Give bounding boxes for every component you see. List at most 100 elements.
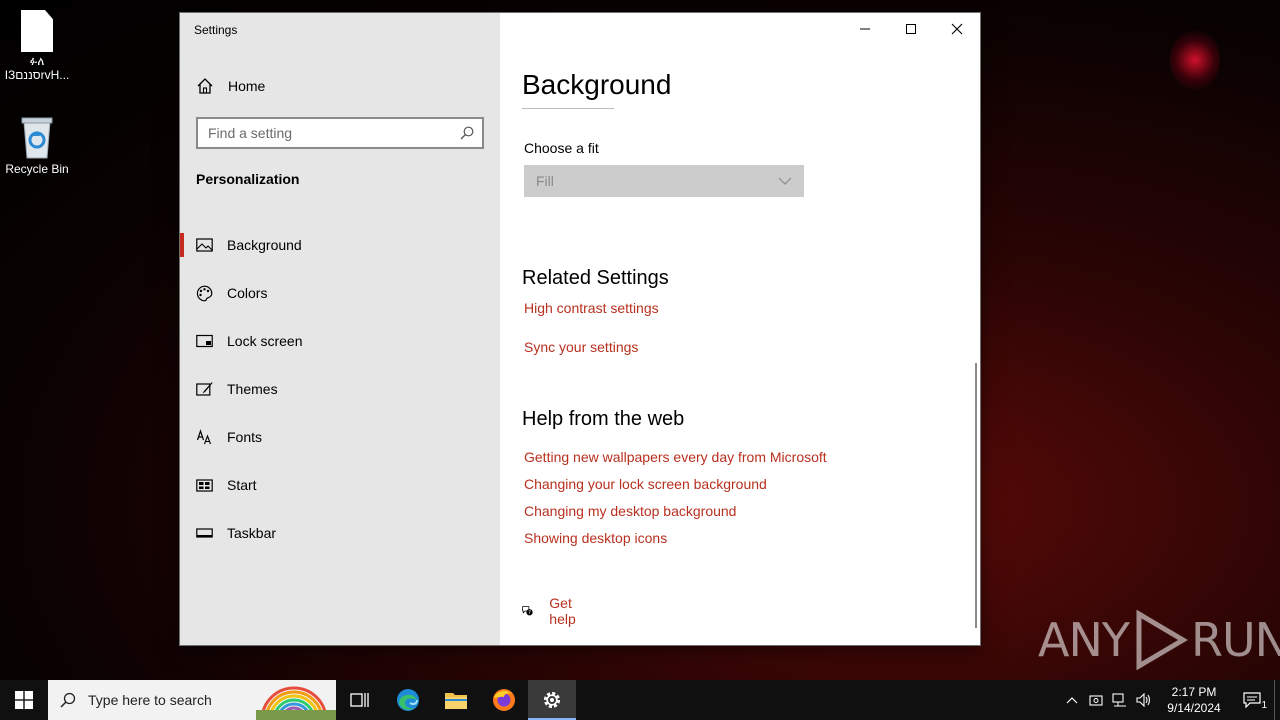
related-settings-heading: Related Settings [522,267,669,289]
choose-fit-dropdown[interactable]: Fill [524,165,804,197]
search-icon[interactable] [460,126,474,140]
desktop-icon-label: ፉለ ӀЗסננםrvH... [4,54,70,82]
taskbar-icon [196,527,213,538]
home-label: Home [228,78,266,94]
anyrun-watermark: ANY RUN [1038,610,1280,670]
chat-help-icon: ? [522,606,533,616]
watermark-right: RUN [1190,613,1280,667]
high-contrast-link[interactable]: High contrast settings [524,300,659,316]
taskbar: Type here to search 2:17 PM 9/14/2024 1 [0,680,1280,720]
taskbar-search-placeholder: Type here to search [88,692,212,708]
sidebar-item-label: Themes [227,381,278,397]
sidebar-item-start[interactable]: Start [180,461,500,509]
help-link-desktop-background[interactable]: Changing my desktop background [524,503,736,519]
document-icon [21,10,53,52]
show-hidden-icons-button[interactable] [1060,680,1084,720]
firefox-button[interactable] [480,680,528,720]
sidebar-item-colors[interactable]: Colors [180,269,500,317]
watermark-left: ANY [1038,613,1130,667]
fit-selected-value: Fill [536,173,554,189]
sidebar-home[interactable]: Home [196,75,265,97]
picture-icon [196,237,213,252]
settings-taskbar-button[interactable] [528,680,576,720]
brush-icon [196,381,213,396]
close-icon [951,23,963,35]
clock-date: 9/14/2024 [1167,701,1221,715]
window-title: Settings [194,23,238,37]
section-title: Personalization [196,171,300,187]
sidebar-item-label: Background [227,237,302,253]
close-button[interactable] [934,13,980,45]
notification-icon [1243,692,1261,708]
settings-window: Settings Home Find a setting Personaliza… [180,13,980,645]
action-center-button[interactable]: 1 [1234,680,1270,720]
clock-time: 2:17 PM [1171,685,1217,699]
desktop-icon-file[interactable]: ፉለ ӀЗסננםrvH... [0,10,74,82]
sidebar-item-label: Taskbar [227,525,277,541]
sidebar-item-taskbar[interactable]: Taskbar [180,509,500,557]
task-view-button[interactable] [336,680,384,720]
sync-settings-link[interactable]: Sync your settings [524,339,638,355]
sidebar-item-label: Lock screen [227,333,303,349]
sidebar-item-label: Colors [227,285,268,301]
page-title: Background [522,69,672,100]
search-placeholder: Find a setting [208,125,293,141]
maximize-button[interactable] [888,13,934,45]
sidebar-nav: Background Colors Lock screen Themes Fon… [180,221,500,557]
firefox-icon [493,689,515,711]
notification-count-badge: 1 [1261,700,1267,711]
gear-icon [543,691,561,709]
font-icon [196,428,212,444]
taskbar-search[interactable]: Type here to search [48,680,336,720]
play-logo-icon [1136,610,1188,670]
camera-icon [1089,695,1103,706]
desktop-icon-label: Recycle Bin [5,162,69,176]
speaker-icon [1136,693,1151,707]
minimize-icon [860,28,870,30]
choose-fit-label: Choose a fit [524,140,599,156]
sidebar-item-label: Start [227,477,257,493]
start-button[interactable] [0,680,48,720]
file-explorer-button[interactable] [432,680,480,720]
sidebar-item-label: Fonts [227,429,263,445]
recycle-bin-icon [21,117,53,159]
help-link-wallpapers[interactable]: Getting new wallpapers every day from Mi… [524,449,827,465]
network-button[interactable] [1108,680,1132,720]
network-icon [1112,693,1126,707]
show-desktop-button[interactable] [1274,680,1280,720]
svg-text:?: ? [528,610,531,616]
get-help[interactable]: ? Get help [522,595,582,627]
get-help-link: Get help [549,595,576,627]
volume-button[interactable] [1132,680,1156,720]
rainbow-search-highlight-icon [256,686,336,720]
settings-sidebar: Settings Home Find a setting Personaliza… [180,13,500,645]
sidebar-item-themes[interactable]: Themes [180,365,500,413]
edge-button[interactable] [384,680,432,720]
home-icon [197,78,213,94]
system-tray: 2:17 PM 9/14/2024 1 [1060,680,1280,720]
desktop-icon-recycle-bin[interactable]: Recycle Bin [0,116,74,176]
help-link-desktop-icons[interactable]: Showing desktop icons [524,530,667,546]
content-scrollbar[interactable] [975,363,977,628]
find-setting-input[interactable]: Find a setting [196,117,484,149]
windows-logo-icon [15,691,33,709]
edge-icon [397,689,419,711]
sidebar-item-lock-screen[interactable]: Lock screen [180,317,500,365]
sidebar-item-fonts[interactable]: Fonts [180,413,500,461]
task-view-icon [350,693,369,707]
search-icon [60,692,76,708]
minimize-button[interactable] [842,13,888,45]
lock-screen-icon [196,334,213,347]
palette-icon [196,285,213,301]
chevron-down-icon [778,177,792,185]
desktop-wallpaper-glow [1170,30,1220,90]
folder-icon [445,693,467,709]
chevron-up-icon [1066,697,1078,704]
sidebar-item-background[interactable]: Background [180,221,500,269]
help-link-lock-screen[interactable]: Changing your lock screen background [524,476,767,492]
meet-now-button[interactable] [1084,680,1108,720]
clock[interactable]: 2:17 PM 9/14/2024 [1162,684,1226,716]
start-icon [196,478,213,492]
maximize-icon [906,24,916,34]
help-heading: Help from the web [522,408,685,430]
